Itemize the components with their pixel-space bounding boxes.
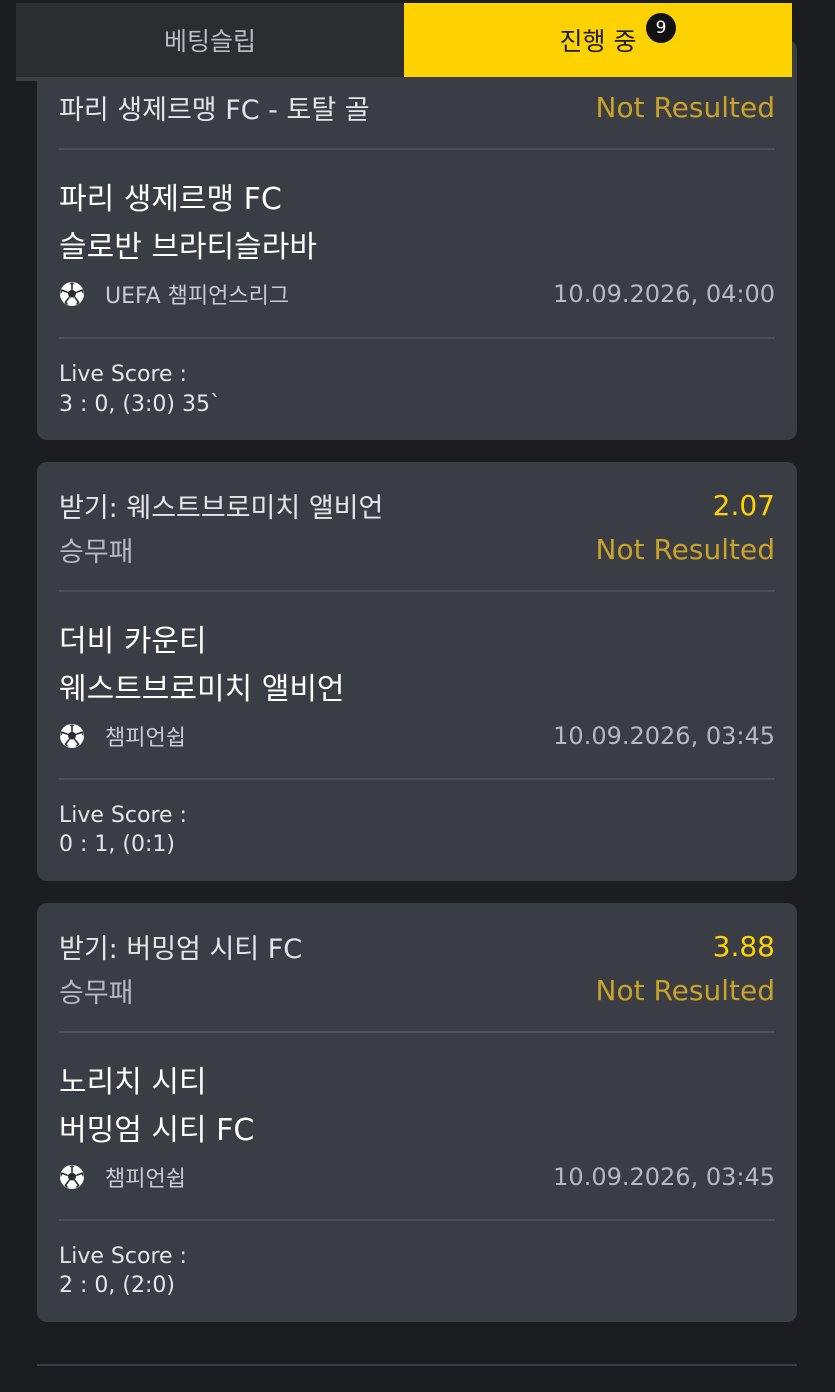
divider [59,148,775,150]
home-team: 파리 생제르맹 FC [59,182,282,217]
pick-label: 받기: 버밍엄 시티 FC [59,934,303,965]
live-score-label: Live Score : [59,362,187,387]
match-datetime: 10.09.2026, 03:45 [553,1163,775,1191]
tab-in-progress-label: 진행 중 [559,27,637,56]
pick-label: 파리 생제르맹 FC - 토탈 골 [59,95,370,126]
bet-card[interactable]: 받기: 웨스트브로미치 앨비언 2.07 승무패 Not Resulted 더비… [37,462,797,881]
soccer-ball-icon [60,1165,84,1189]
league-row: 챔피언쉽 10.09.2026, 03:45 [59,720,775,752]
list-bottom-divider [37,1364,797,1366]
live-score-value: 2 : 0, (2:0) [59,1273,175,1298]
league-row: UEFA 챔피언스리그 10.09.2026, 04:00 [59,278,775,310]
league-row: 챔피언쉽 10.09.2026, 03:45 [59,1161,775,1193]
bet-status: Not Resulted [595,533,775,566]
odds-value: 2.07 [712,489,775,522]
odds-value: 3.88 [712,930,775,963]
league-name: 챔피언쉽 [105,1167,186,1192]
in-progress-count-badge: 9 [646,13,676,43]
league-name: UEFA 챔피언스리그 [105,284,290,309]
market-row: 승무패 Not Resulted [59,971,775,1010]
bet-tabs: 베팅슬립 진행 중 9 [16,3,792,77]
away-team: 웨스트브로미치 앨비언 [59,672,345,707]
market-row: 승무패 Not Resulted [59,530,775,569]
tab-betslip-label: 베팅슬립 [163,27,256,56]
market-label: 승무패 [59,978,134,1009]
tab-betslip[interactable]: 베팅슬립 [16,3,404,77]
tab-underline [16,77,792,81]
away-team: 버밍엄 시티 FC [59,1113,255,1148]
divider [59,337,775,339]
divider [59,590,775,592]
live-score-label: Live Score : [59,803,187,828]
bet-history-screen: 베팅슬립 진행 중 9 파리 생제르맹 FC - 토탈 골 Not Result… [0,0,835,1392]
divider [59,1031,775,1033]
home-team: 더비 카운티 [59,624,207,659]
divider [59,778,775,780]
home-team: 노리치 시티 [59,1065,207,1100]
match-datetime: 10.09.2026, 04:00 [553,280,775,308]
soccer-ball-icon [60,724,84,748]
soccer-ball-icon [60,282,84,306]
market-label: 승무패 [59,537,134,568]
live-score-value: 0 : 1, (0:1) [59,832,175,857]
pick-label: 받기: 웨스트브로미치 앨비언 [59,493,384,524]
tab-in-progress[interactable]: 진행 중 9 [404,3,792,77]
divider [59,1219,775,1221]
bet-card[interactable]: 받기: 버밍엄 시티 FC 3.88 승무패 Not Resulted 노리치 … [37,903,797,1322]
pick-row: 파리 생제르맹 FC - 토탈 골 Not Resulted [59,88,775,127]
live-score-label: Live Score : [59,1244,187,1269]
pick-row: 받기: 버밍엄 시티 FC 3.88 [59,927,775,966]
match-datetime: 10.09.2026, 03:45 [553,722,775,750]
away-team: 슬로반 브라티슬라바 [59,230,317,265]
bet-status: Not Resulted [595,91,775,124]
pick-row: 받기: 웨스트브로미치 앨비언 2.07 [59,486,775,525]
bet-card[interactable]: 파리 생제르맹 FC - 토탈 골 Not Resulted 파리 생제르맹 F… [37,40,797,440]
live-score-value: 3 : 0, (3:0) 35` [59,392,221,417]
bet-status: Not Resulted [595,974,775,1007]
league-name: 챔피언쉽 [105,726,186,751]
